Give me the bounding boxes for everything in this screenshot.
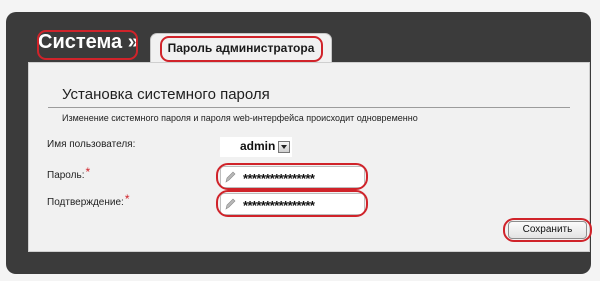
section-title: Установка системного пароля: [62, 86, 270, 103]
username-label-text: Имя пользователя:: [47, 139, 136, 150]
required-asterisk: *: [124, 192, 130, 206]
chevron-down-icon[interactable]: [278, 141, 290, 153]
username-select-value: admin: [240, 139, 276, 153]
confirm-highlight: [216, 190, 368, 217]
username-select[interactable]: admin: [220, 137, 292, 157]
section-description: Изменение системного пароля и пароля web…: [62, 113, 418, 123]
section-divider: [48, 107, 570, 108]
required-asterisk: *: [85, 165, 91, 179]
password-label-text: Пароль:: [47, 170, 85, 181]
username-label: Имя пользователя:: [47, 139, 135, 150]
confirm-label: Подтверждение:*: [47, 192, 130, 208]
save-highlight: [503, 218, 592, 242]
password-label: Пароль:*: [47, 165, 91, 181]
breadcrumb-highlight: [37, 30, 138, 60]
password-highlight: [216, 163, 368, 190]
tab-highlight: [160, 36, 323, 62]
confirm-label-text: Подтверждение:: [47, 197, 124, 208]
